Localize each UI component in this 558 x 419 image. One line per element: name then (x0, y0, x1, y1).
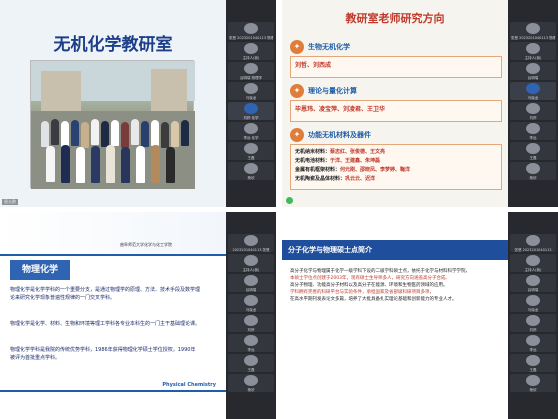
participant-tile[interactable]: 主持人(我) (228, 254, 274, 272)
gear-icon: ✦ (290, 40, 304, 54)
participant-tile[interactable]: 刘婷 (510, 102, 556, 120)
avatar (244, 295, 258, 306)
participant-tile[interactable]: 张慧 2023201040113 物理学 (510, 22, 556, 40)
slide-title: 教研室老师研究方向 (345, 12, 445, 25)
avatar (526, 335, 540, 346)
participant-tile[interactable]: 马晓龙 (510, 82, 556, 100)
avatar (526, 235, 540, 246)
gear-icon: ✦ (290, 128, 304, 142)
shared-slide: 教研室老师研究方向 ✦ 生物无机化学 刘哲、刘西成 ✦ 理论与量化计算 毕恩玮、凌宝… (282, 0, 508, 207)
avatar (244, 355, 258, 366)
section-box: 毕恩玮、凌宝萍、刘凌君、王卫华 (290, 100, 502, 122)
slide-header (0, 212, 226, 256)
participant-tile[interactable]: 马晓龙 (228, 82, 274, 100)
avatar (244, 143, 258, 154)
meeting-screenshot-1: 无机化学教研室 张慧 2023201040113 物理学 主持人(我) 谷明瑞 … (0, 0, 276, 207)
participant-tile[interactable]: 张慧 2023201040113 物理学 (228, 22, 274, 40)
slide-footer: Physical Chemistry (162, 382, 216, 388)
avatar (244, 235, 258, 246)
gear-icon: ✦ (290, 84, 304, 98)
participant-list: 张慧 2023201040113 物理学 主持人(我) 谷明瑞 物理学 马晓龙 … (226, 0, 276, 207)
shared-slide: 分子化学与物理硕士点简介 高分子化学与物理属于化学一级学科下设的二级学科硕士点，… (282, 212, 508, 419)
avatar (244, 123, 258, 134)
section-header: ✦ 生物无机化学 (290, 40, 500, 54)
participant-tile[interactable]: 主持人(我) (510, 254, 556, 272)
avatar (526, 163, 540, 174)
slide-header: 分子化学与物理硕士点简介 (282, 240, 508, 260)
participant-tile[interactable]: 张慧 2023201040113 (510, 234, 556, 252)
avatar (526, 315, 540, 326)
participant-tile[interactable]: 李远 (228, 334, 274, 352)
avatar (244, 275, 258, 286)
mic-icon[interactable] (286, 197, 293, 204)
avatar (526, 255, 540, 266)
participant-tile[interactable]: 王磊 (228, 354, 274, 372)
participant-tile[interactable]: 主持人(我) (228, 42, 274, 60)
participant-tile[interactable]: 谷明瑞 物理学 (228, 62, 274, 80)
participant-tile[interactable]: 马晓龙 (510, 294, 556, 312)
avatar (526, 23, 540, 34)
avatar (244, 103, 258, 114)
participant-tile[interactable]: 谷明瑞 (510, 274, 556, 292)
participant-tile[interactable]: 杨欣 (510, 374, 556, 392)
avatar (526, 355, 540, 366)
avatar (526, 275, 540, 286)
participant-tile[interactable]: 谷明瑞 (510, 62, 556, 80)
avatar (526, 295, 540, 306)
participant-tile[interactable]: 杨欣 (510, 162, 556, 180)
participant-tile[interactable]: 杨欣 (228, 374, 274, 392)
participant-tile[interactable]: 王磊 (510, 354, 556, 372)
meeting-screenshot-2: 教研室老师研究方向 ✦ 生物无机化学 刘哲、刘西成 ✦ 理论与量化计算 毕恩玮、凌宝… (282, 0, 558, 207)
bullet-paragraph: 物理化学学科是我院的传统优势学科，1986年获得物理化学硕士学位授权，1990年… (10, 347, 196, 361)
bullet-paragraph: 物理化学是化学学科的一个重要分支，是通过物理学的原理、方法、技术手段及数学理论来… (10, 287, 201, 301)
slide-title: 无机化学教研室 (53, 35, 173, 55)
avatar (244, 83, 258, 94)
participant-tile[interactable]: 李远 化学 (228, 122, 274, 140)
avatar (526, 375, 540, 386)
avatar (244, 375, 258, 386)
section-header: ✦ 理论与量化计算 (290, 84, 500, 98)
avatar (244, 63, 258, 74)
participant-tile[interactable]: 刘婷 化学 (228, 102, 274, 120)
slide-body: 高分子化学与物理属于化学一级学科下设的二级学科硕士点，依托于化学与材料科学学院，… (290, 269, 470, 302)
presenter-name: 聂允鹏 (2, 199, 18, 205)
section-header: ✦ 功能无机材料及器件 (290, 128, 500, 142)
participant-tile[interactable]: 李远 (510, 334, 556, 352)
avatar (244, 335, 258, 346)
avatar (244, 23, 258, 34)
avatar (526, 143, 540, 154)
participant-tile[interactable]: 王磊 (228, 142, 274, 160)
participant-tile[interactable]: 王磊 (510, 142, 556, 160)
meeting-screenshot-3: 曲阜师范大学化学与化工学院 物理化学 物理化学是化学学科的一个重要分支，是通过物… (0, 212, 276, 419)
avatar (526, 63, 540, 74)
participant-tile[interactable]: 2023201040113 张慧 (228, 234, 274, 252)
avatar (244, 315, 258, 326)
bullet-paragraph: 物理化学是化学、材料、生物和环境等理工学科各专业本科生的一门主干基础理论课。 (10, 321, 201, 327)
participant-tile[interactable]: 主持人(我) (510, 42, 556, 60)
group-photo (30, 60, 195, 189)
avatar (526, 43, 540, 54)
participant-tile[interactable]: 马晓龙 (228, 294, 274, 312)
participant-tile[interactable]: 谷明瑞 (228, 274, 274, 292)
school-name: 曲阜师范大学化学与化工学院 (120, 242, 172, 247)
participant-list: 张慧 2023201040113 物理学 主持人(我) 谷明瑞 马晓龙 刘婷 李… (508, 0, 558, 207)
avatar (244, 163, 258, 174)
meeting-screenshot-4: 分子化学与物理硕士点简介 高分子化学与物理属于化学一级学科下设的二级学科硕士点，… (282, 212, 558, 419)
slide-heading: 物理化学 (10, 260, 70, 280)
participant-list: 2023201040113 张慧 主持人(我) 谷明瑞 马晓龙 刘婷 李远 王磊… (226, 212, 276, 419)
avatar (526, 123, 540, 134)
participant-tile[interactable]: 李远 (510, 122, 556, 140)
participant-tile[interactable]: 杨欣 (228, 162, 274, 180)
section-box: 刘哲、刘西成 (290, 56, 502, 78)
participant-tile[interactable]: 刘婷 (228, 314, 274, 332)
avatar (244, 255, 258, 266)
participant-tile[interactable]: 刘婷 (510, 314, 556, 332)
avatar (526, 103, 540, 114)
avatar (526, 83, 540, 94)
avatar (244, 43, 258, 54)
shared-slide: 曲阜师范大学化学与化工学院 物理化学 物理化学是化学学科的一个重要分支，是通过物… (0, 212, 226, 419)
participant-list: 张慧 2023201040113 主持人(我) 谷明瑞 马晓龙 刘婷 李远 王磊… (508, 212, 558, 419)
section-box: 无机纳米材料：蔡志红、张俊德、王文亮 无机电池材料：于洋、王建鑫、朱坤磊 金属有… (290, 144, 502, 190)
shared-slide: 无机化学教研室 (0, 0, 226, 207)
